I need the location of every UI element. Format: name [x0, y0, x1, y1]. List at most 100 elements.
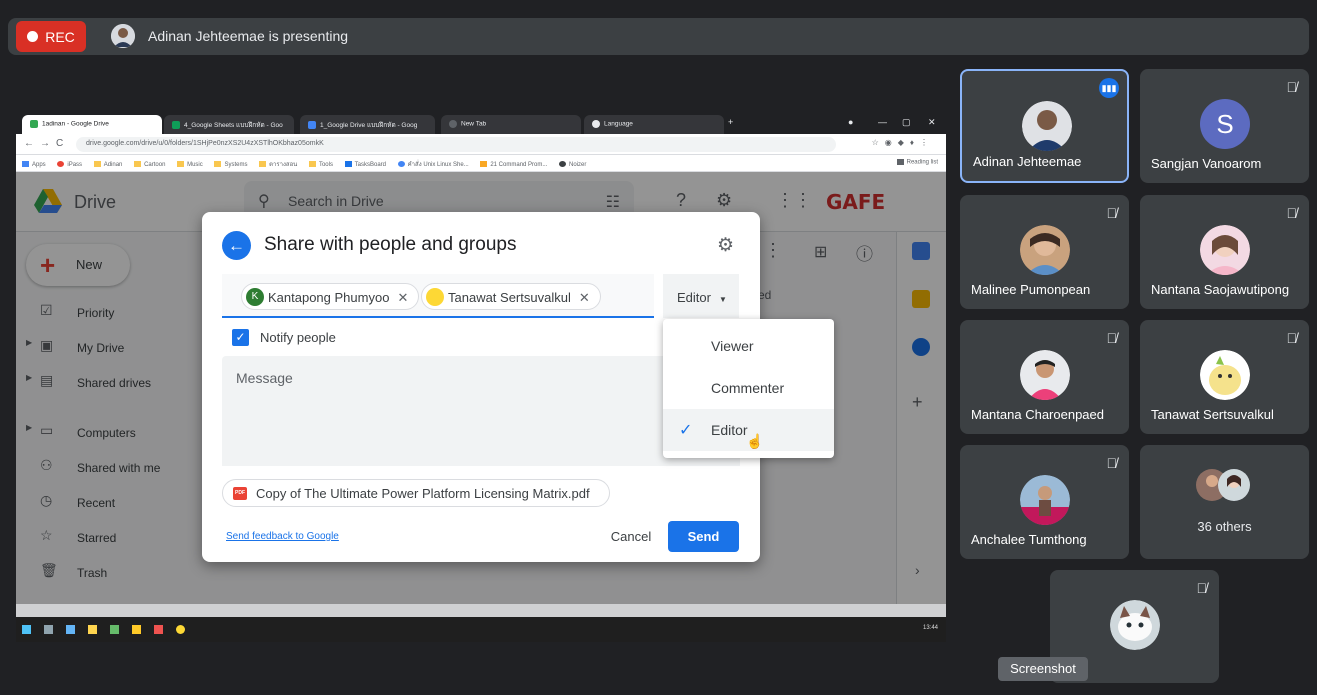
notify-checkbox[interactable]: ✓ [232, 329, 249, 346]
participant-name: Mantana Charoenpaed [971, 407, 1104, 422]
taskbar-app-icon[interactable] [66, 625, 75, 634]
bookmark[interactable]: Music [177, 161, 203, 168]
close-window-icon[interactable]: ✕ [928, 117, 936, 128]
attachment-chip[interactable]: PDF Copy of The Ultimate Power Platform … [222, 479, 610, 507]
file-explorer-icon[interactable] [88, 625, 97, 634]
bookmark-icon [397, 161, 405, 168]
bookmark[interactable]: ตารางสอน [259, 161, 297, 168]
maximize-icon[interactable]: ▢ [902, 117, 911, 128]
reading-list-icon [896, 159, 904, 165]
bookmark-label: iPass [67, 162, 83, 168]
bookmark[interactable]: Systems [214, 161, 247, 168]
extension-icons[interactable]: ☆◉◆♦⋮ [872, 138, 934, 147]
role-dropdown[interactable]: Editor ▼ [663, 274, 739, 318]
participant-tile[interactable]: 🎙̸ Anchalee Tumthong [960, 445, 1129, 559]
remove-chip-icon[interactable]: ✕ [397, 290, 408, 305]
menu-item-label: Commenter [711, 380, 785, 396]
menu-item-viewer[interactable]: Viewer [663, 325, 834, 367]
taskbar-app-icon[interactable] [154, 625, 163, 634]
browser-tab-language[interactable]: Language [584, 115, 724, 134]
url-field[interactable]: drive.google.com/drive/u/0/folders/1SHjP… [76, 137, 836, 152]
menu-item-label: Editor [711, 422, 748, 438]
participant-avatar [1110, 600, 1160, 650]
bookmark-label: 21 Command Prom... [490, 162, 548, 168]
bookmark[interactable]: Adinan [93, 161, 122, 168]
record-indicator-icon: ● [848, 117, 854, 127]
chrome-icon[interactable] [176, 625, 185, 634]
recipient-avatar [426, 288, 444, 306]
share-settings-icon[interactable]: ⚙ [717, 234, 734, 257]
taskbar-app-icon[interactable] [110, 625, 119, 634]
remove-chip-icon[interactable]: ✕ [579, 290, 590, 305]
bookmark[interactable]: 21 Command Prom... [480, 161, 548, 168]
folder-icon [259, 161, 267, 168]
docs-favicon-icon [308, 121, 316, 130]
recipients-input[interactable]: K Kantapong Phumyoo ✕ Tanawat Sertsuvalku… [222, 274, 654, 318]
bookmark[interactable]: TasksBoard [344, 161, 386, 168]
bookmark-label: Tools [318, 162, 333, 168]
others-avatars [1194, 467, 1254, 503]
participant-name: Adinan Jehteemae [973, 154, 1082, 169]
newtab-favicon-icon [449, 120, 457, 128]
mic-off-icon: 🎙̸ [1106, 205, 1118, 221]
send-button[interactable]: Send [668, 521, 739, 552]
taskbar-app-icon[interactable] [132, 625, 141, 634]
bookmark-label: TasksBoard [354, 162, 386, 168]
feedback-link[interactable]: Send feedback to Google [226, 531, 339, 542]
drive-favicon-icon [30, 120, 38, 128]
minimize-icon[interactable]: — [878, 117, 887, 127]
bookmark[interactable]: Tools [308, 161, 333, 168]
mic-off-icon: 🎙̸ [1106, 330, 1118, 346]
bookmark[interactable]: Noizer [559, 161, 586, 168]
mic-off-icon: 🎙̸ [1286, 205, 1298, 221]
new-tab-icon[interactable]: + [728, 117, 733, 127]
windows-start-icon[interactable] [22, 625, 31, 634]
browser-tab-newtab[interactable]: New Tab [441, 115, 581, 134]
tab-label: Language [604, 120, 633, 128]
notify-label: Notify people [260, 330, 336, 345]
participant-avatar [1200, 225, 1250, 275]
participant-avatar [1020, 225, 1070, 275]
nav-arrows-icon[interactable]: ←→C [24, 138, 69, 149]
sheets-favicon-icon [172, 121, 180, 130]
pdf-icon: PDF [233, 487, 247, 500]
participant-tile[interactable]: ▮▮▮ Adinan Jehteemae [960, 69, 1129, 183]
participant-tile[interactable]: 🎙̸ Malinee Pumonpean [960, 195, 1129, 309]
back-arrow-icon[interactable]: ← [222, 231, 251, 260]
bookmarks-bar: Apps iPass Adinan Cartoon Music Systems … [16, 155, 946, 172]
recipient-chip[interactable]: Tanawat Sertsuvalkul ✕ [421, 283, 601, 310]
others-tile[interactable]: 36 others [1140, 445, 1309, 559]
taskbar-app-icon[interactable] [44, 625, 53, 634]
participant-tile[interactable]: 🎙̸ Tanawat Sertsuvalkul [1140, 320, 1309, 434]
horizontal-scrollbar[interactable] [16, 604, 946, 617]
recipient-avatar: K [246, 288, 264, 306]
meet-window: REC Adinan Jehteemae is presenting 1adin… [0, 0, 1317, 695]
attachment-name: Copy of The Ultimate Power Platform Lice… [256, 486, 590, 501]
bookmark[interactable]: Apps [22, 161, 46, 168]
bookmark[interactable]: คำสั่ง Unix Linux She... [397, 161, 469, 168]
bookmark[interactable]: Cartoon [134, 161, 165, 168]
menu-item-commenter[interactable]: Commenter [663, 367, 834, 409]
screenshot-tooltip: Screenshot [998, 657, 1088, 681]
browser-tab-sheets[interactable]: 4_Google Sheets แบบฝึกหัด - Goo [164, 115, 294, 134]
reading-list[interactable]: Reading list [896, 159, 938, 166]
cancel-button[interactable]: Cancel [601, 522, 661, 552]
participant-avatar [1020, 475, 1070, 525]
participant-name: Sangjan Vanoarom [1151, 156, 1262, 171]
browser-tab-drive[interactable]: 1adinan - Google Drive [22, 115, 162, 134]
rec-button[interactable]: REC [16, 21, 86, 52]
recipient-chip[interactable]: K Kantapong Phumyoo ✕ [241, 283, 420, 310]
participant-avatar: S [1200, 99, 1250, 149]
participant-tile[interactable]: 🎙̸ Nantana Saojawutipong [1140, 195, 1309, 309]
message-placeholder: Message [236, 370, 293, 386]
bookmark-icon [57, 161, 65, 168]
participant-tile[interactable]: 🎙̸ Mantana Charoenpaed [960, 320, 1129, 434]
tab-label: 1adinan - Google Drive [42, 120, 109, 128]
participant-tile[interactable]: 🎙̸ S Sangjan Vanoarom [1140, 69, 1309, 183]
bookmark[interactable]: iPass [57, 161, 83, 168]
participant-avatar [1020, 350, 1070, 400]
browser-tab-docs[interactable]: 1_Google Drive แบบฝึกหัด - Goog [300, 115, 435, 134]
hand-cursor-icon: ☝ [746, 433, 764, 449]
apps-icon [22, 161, 29, 168]
presenter-avatar [111, 24, 135, 48]
